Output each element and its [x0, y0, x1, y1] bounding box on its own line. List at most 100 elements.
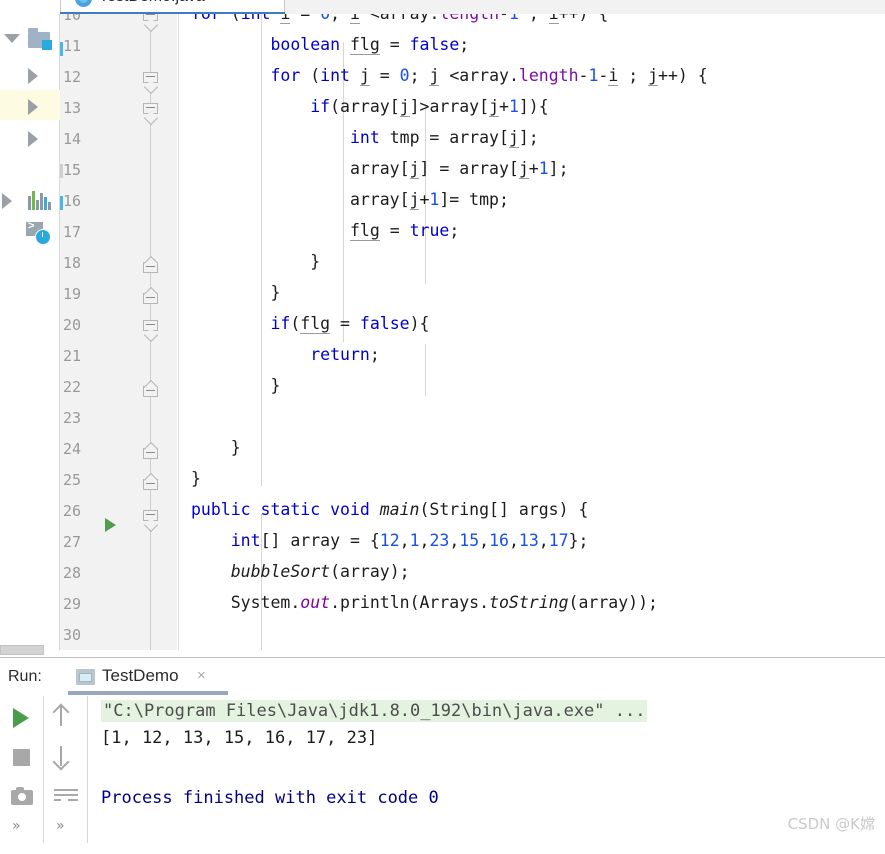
- fold-marker-collapse[interactable]: [143, 14, 158, 25]
- fold-marker-end[interactable]: [143, 293, 158, 308]
- sidebar-item-node-2[interactable]: [0, 90, 60, 120]
- line-number: 26: [62, 502, 81, 520]
- fold-marker-end[interactable]: [143, 479, 158, 494]
- play-icon: [13, 708, 29, 728]
- stop-icon: [13, 749, 30, 766]
- run-method-gutter-icon[interactable]: [105, 518, 116, 532]
- line-number: 13: [62, 99, 81, 117]
- console-output-line: [1, 12, 13, 15, 16, 17, 23]: [101, 728, 378, 748]
- code-line-22: }: [191, 376, 281, 395]
- line-number: 18: [62, 254, 81, 272]
- fold-marker-end[interactable]: [143, 262, 158, 277]
- code-line-29: System.out.println(Arrays.toString(array…: [191, 593, 658, 612]
- code-line-24: }: [191, 438, 241, 457]
- screenshot-button[interactable]: [0, 776, 44, 816]
- indent-guide: [425, 344, 426, 396]
- sidebar-item-project-folder[interactable]: [0, 22, 60, 52]
- run-tool-window: Run: TestDemo × » » "C:\Program Files\Ja…: [0, 657, 885, 843]
- run-config-icon: [76, 669, 95, 685]
- up-button[interactable]: [44, 696, 88, 736]
- run-tab-label: TestDemo: [102, 666, 179, 685]
- code-line-13: if(array[j]>array[j+1]){: [310, 97, 549, 117]
- sidebar-item-node-1[interactable]: [0, 59, 60, 89]
- stop-button[interactable]: [0, 736, 44, 776]
- line-number: 29: [62, 595, 81, 613]
- close-icon[interactable]: ×: [265, 0, 274, 4]
- line-number: 24: [62, 440, 81, 458]
- code-line-21: return;: [310, 345, 380, 364]
- run-toolbar-left: »: [0, 696, 44, 843]
- code-line-20: if(flg = false){: [270, 314, 430, 334]
- code-line-15: array[j] = array[j+1];: [191, 159, 569, 179]
- more-run-actions-button[interactable]: »: [0, 814, 44, 854]
- run-panel-label: Run:: [8, 668, 42, 685]
- console-command-line: "C:\Program Files\Java\jdk1.8.0_192\bin\…: [101, 700, 648, 722]
- tab-bar-left-pad: [0, 0, 60, 14]
- close-icon[interactable]: ×: [197, 667, 206, 684]
- chevron-right-icon: [28, 131, 38, 147]
- line-number: 15: [62, 161, 81, 179]
- sidebar-item-node-3[interactable]: [0, 122, 60, 152]
- more-console-actions-button[interactable]: »: [44, 814, 88, 854]
- code-content[interactable]: for (int i = 0; i <array.length-1 ; i++)…: [179, 14, 885, 650]
- code-line-14: int tmp = array[j];: [349, 128, 539, 148]
- rerun-button[interactable]: [0, 696, 44, 736]
- arrow-up-icon: [60, 706, 62, 726]
- code-line-16: array[j+1]= tmp;: [191, 190, 509, 210]
- code-line-10: for (int i = 0; i <array.length-1 ; i++)…: [191, 14, 608, 24]
- sidebar-item-scratches[interactable]: [0, 214, 60, 245]
- fold-marker-collapse[interactable]: [143, 103, 158, 118]
- line-number: 20: [62, 316, 81, 334]
- line-number: 14: [62, 130, 81, 148]
- console-command-text: "C:\Program Files\Java\jdk1.8.0_192\bin\…: [101, 700, 648, 722]
- line-number: 21: [62, 347, 81, 365]
- line-number: 30: [62, 626, 81, 644]
- run-toolbar-console: »: [44, 696, 88, 843]
- line-number: 19: [62, 285, 81, 303]
- run-tab-active-underline: [68, 691, 228, 695]
- fold-marker-end[interactable]: [143, 448, 158, 463]
- line-number: 17: [62, 223, 81, 241]
- code-line-25: }: [191, 469, 201, 488]
- code-line-18: }: [191, 252, 321, 271]
- fold-marker-end[interactable]: [143, 386, 158, 401]
- wrap-lines-icon: [54, 789, 78, 805]
- line-number: 23: [62, 409, 81, 427]
- line-number: 12: [62, 68, 81, 86]
- watermark: CSDN @K嫦: [787, 815, 875, 833]
- code-line-28: bubbleSort(array);: [230, 562, 410, 581]
- soft-wrap-button[interactable]: [44, 776, 88, 816]
- camera-icon: [11, 787, 33, 805]
- editor-horizontal-scrollbar[interactable]: [0, 645, 44, 655]
- line-number: 10: [62, 14, 81, 24]
- bars-icon: [28, 190, 52, 210]
- double-chevron-icon: »: [56, 818, 65, 834]
- java-class-icon: [75, 0, 92, 7]
- chevron-right-icon: [28, 68, 38, 84]
- console-finished-line: Process finished with exit code 0: [101, 788, 439, 808]
- fold-marker-collapse[interactable]: [143, 320, 158, 335]
- terminal-clock-icon: [26, 220, 51, 245]
- chevron-down-icon: [4, 34, 20, 43]
- code-line-26: public static void main(String[] args) {: [191, 500, 589, 519]
- console-output[interactable]: "C:\Program Files\Java\jdk1.8.0_192\bin\…: [89, 696, 885, 843]
- project-tool-window: [0, 14, 60, 650]
- chevron-right-icon: [2, 193, 12, 209]
- fold-marker-collapse[interactable]: [143, 510, 158, 525]
- editor-gutter[interactable]: 10 11 12 13 14 15 16 17 18 19 20 21 22 2…: [60, 14, 178, 650]
- code-line-27: int[] array = {12,1,23,15,16,13,17};: [230, 531, 589, 550]
- intellij-idea-window: TestDemo.java ×: [0, 0, 885, 843]
- line-number: 28: [62, 564, 81, 582]
- code-line-11: boolean flg = false;: [270, 35, 470, 55]
- folder-icon: [28, 28, 52, 50]
- down-button[interactable]: [44, 736, 88, 776]
- code-line-17: flg = true;: [349, 221, 460, 241]
- code-line-19: }: [191, 283, 281, 302]
- fold-marker-collapse[interactable]: [143, 72, 158, 87]
- code-editor[interactable]: 10 11 12 13 14 15 16 17 18 19 20 21 22 2…: [60, 14, 885, 650]
- code-line-12: for (int j = 0; j <array.length-1-i ; j+…: [270, 66, 708, 86]
- line-number: 16: [62, 192, 81, 210]
- sidebar-item-external-libraries[interactable]: [0, 182, 60, 212]
- line-number: 27: [62, 533, 81, 551]
- line-number: 25: [62, 471, 81, 489]
